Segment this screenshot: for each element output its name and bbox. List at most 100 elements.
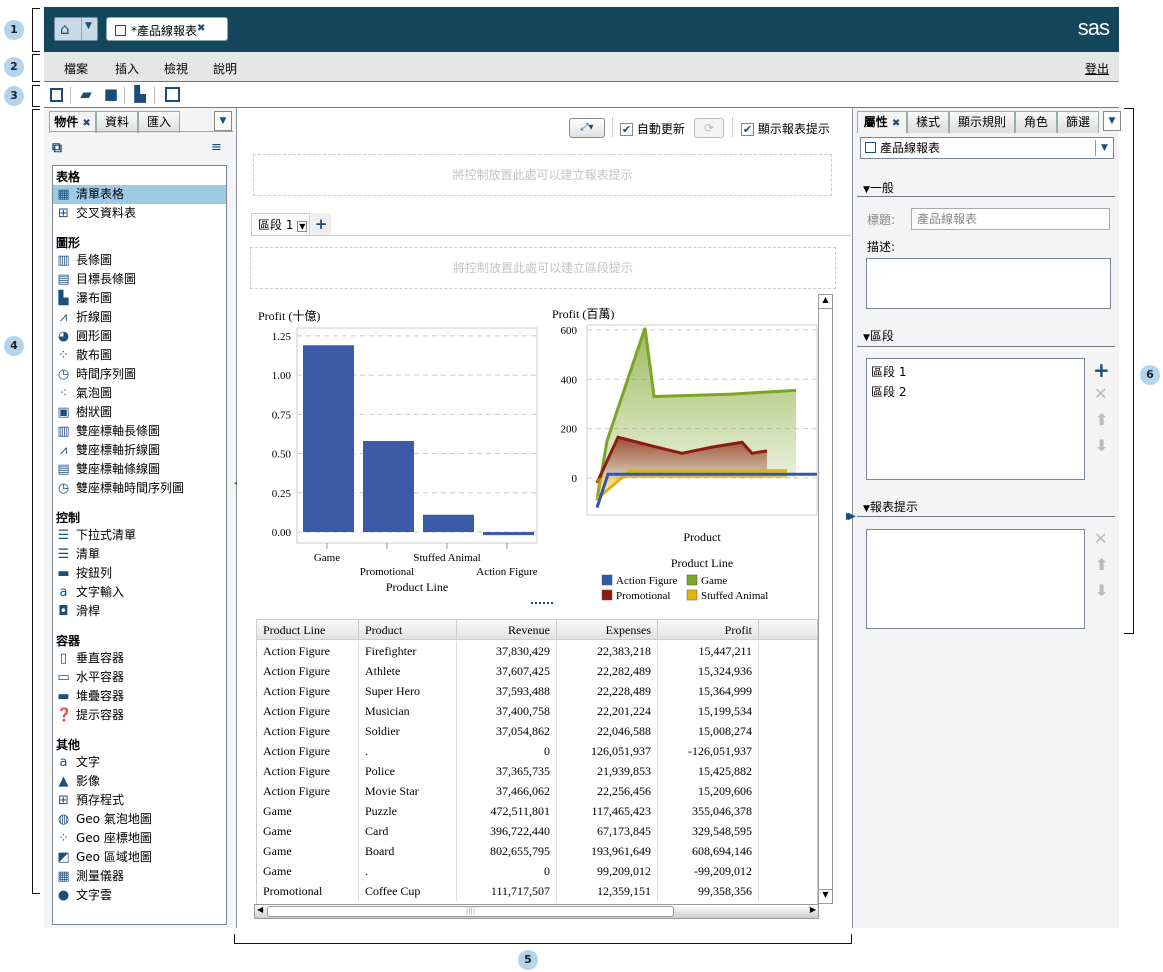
scroll-right-arrow[interactable]: ▶ — [810, 905, 816, 914]
chevron-down-icon[interactable]: ▼ — [1095, 140, 1113, 156]
new-object-icon[interactable]: ⧉ — [52, 140, 62, 156]
zoom-fit-button[interactable]: ⤢▾ — [569, 118, 605, 138]
object-item[interactable]: ▙ 瀑布圖 — [53, 289, 226, 308]
tab-roles[interactable]: 角色 — [1015, 111, 1057, 133]
table-row[interactable]: Action Figure Athlete 37,607,425 22,282,489… — [257, 661, 817, 681]
report-prompts-header[interactable]: ▼報表提示 — [863, 498, 918, 515]
close-icon[interactable]: ✖ — [892, 118, 900, 129]
menu-file[interactable]: 檔案 — [64, 60, 88, 77]
splitter-handle[interactable] — [531, 602, 553, 605]
delete-icon[interactable]: ✕ — [1094, 384, 1107, 403]
object-item[interactable]: ▤ 雙座標軸條線圖 — [53, 460, 226, 479]
table-row[interactable]: Action Figure Soldier 37,054,862 22,046,588… — [257, 721, 817, 741]
menu-insert[interactable]: 插入 — [115, 60, 139, 77]
table-row[interactable]: Action Figure Super Hero 37,593,488 22,228,… — [257, 681, 817, 701]
object-item[interactable]: ◷ 雙座標軸時間序列圖 — [53, 479, 226, 498]
column-header[interactable]: Product Line — [257, 620, 359, 640]
tab-objects[interactable]: 物件 ✖ — [49, 111, 96, 133]
description-textarea[interactable] — [866, 258, 1111, 309]
object-item[interactable]: ▥ 雙座標軸長條圖 — [53, 422, 226, 441]
object-item[interactable]: ⁘ 散布圖 — [53, 346, 226, 365]
object-item[interactable]: ⊞ 預存程式 — [53, 791, 226, 810]
section-prompt-dropzone[interactable]: 將控制放置此處可以建立區段提示 — [250, 247, 836, 289]
object-item[interactable]: ▭ 水平容器 — [53, 668, 226, 687]
section-item[interactable]: 區段 2 — [871, 383, 906, 400]
move-down-icon[interactable]: ⬇ — [1095, 436, 1108, 455]
object-item[interactable]: ⊞ 交叉資料表 — [53, 204, 226, 223]
close-icon[interactable]: ✖ — [197, 23, 205, 34]
object-item[interactable]: ▯ 垂直容器 — [53, 649, 226, 668]
auto-update-checkbox[interactable]: ✔ 自動更新 — [620, 120, 685, 137]
object-item[interactable]: ◷ 時間序列圖 — [53, 365, 226, 384]
column-header[interactable]: Product — [359, 620, 457, 640]
add-icon[interactable]: + — [1093, 358, 1110, 382]
object-item[interactable]: ⁖ 氣泡圖 — [53, 384, 226, 403]
object-item[interactable]: ▬ 按鈕列 — [53, 564, 226, 583]
table-row[interactable]: Game. 0 99,209,012 -99,209,012 — [257, 861, 817, 881]
tab-data[interactable]: 資料 — [96, 111, 138, 133]
object-item[interactable]: ▥ 長條圖 — [53, 251, 226, 270]
close-icon[interactable]: ✖ — [82, 118, 90, 129]
object-item[interactable]: ◘ 滑桿 — [53, 602, 226, 621]
object-item[interactable]: ▦ 清單表格 — [53, 185, 226, 204]
object-item[interactable]: ☰ 清單 — [53, 545, 226, 564]
column-header[interactable]: Expenses — [557, 620, 658, 640]
object-item[interactable]: ▤ 目標長條圖 — [53, 270, 226, 289]
sections-header[interactable]: ▼區段 — [863, 327, 894, 344]
print-pdf-icon[interactable]: ▙ — [132, 86, 148, 103]
logout-link[interactable]: 登出 — [1085, 60, 1109, 77]
collapse-right-icon[interactable]: ▶ — [848, 511, 856, 522]
move-up-icon[interactable]: ⬆ — [1095, 555, 1108, 574]
object-item[interactable]: ⁘ Geo 座標地圖 — [53, 829, 226, 848]
new-report-icon[interactable] — [50, 88, 63, 102]
tab-import[interactable]: 匯入 — [138, 111, 180, 133]
section-item[interactable]: 區段 1 — [871, 363, 906, 380]
tab-filters[interactable]: 篩選 — [1057, 111, 1099, 133]
refresh-button[interactable]: ⟳ — [694, 118, 724, 138]
chevron-down-icon[interactable]: ▼ — [297, 221, 308, 232]
object-item[interactable]: ◍ Geo 氣泡地圖 — [53, 810, 226, 829]
table-horizontal-scrollbar[interactable]: ◀ |||| ▶ — [254, 904, 819, 919]
object-item[interactable]: ▲ 影像 — [53, 772, 226, 791]
show-prompts-checkbox[interactable]: ✔ 顯示報表提示 — [741, 120, 830, 137]
menu-view[interactable]: 檢視 — [164, 60, 188, 77]
home-button[interactable]: ⌂ ▼ — [54, 17, 98, 41]
canvas-vertical-scrollbar[interactable]: ▲ ▼ — [818, 294, 833, 904]
report-tab[interactable]: *產品線報表✖ — [106, 17, 228, 41]
table-row[interactable]: Action Figure Firefighter 37,830,429 22,383… — [257, 641, 817, 661]
report-prompt-dropzone[interactable]: 將控制放置此處可以建立報表提示 — [253, 154, 832, 196]
column-header[interactable]: Revenue — [457, 620, 557, 640]
sort-menu-icon[interactable]: ≡ — [211, 140, 222, 155]
title-input[interactable]: 產品線報表 — [911, 208, 1110, 230]
add-section-button[interactable]: + — [311, 213, 331, 236]
table-row[interactable]: Promotional Coffee Cup 111,717,507 12,359,1… — [257, 881, 817, 901]
object-item[interactable]: a 文字輸入 — [53, 583, 226, 602]
table-row[interactable]: Action Figure. 0 126,051,937 -126,051,937 — [257, 741, 817, 761]
object-item[interactable]: ▦ 測量儀器 — [53, 867, 226, 886]
object-item[interactable]: a 文字 — [53, 753, 226, 772]
tab-display-rules[interactable]: 顯示規則 — [949, 111, 1015, 133]
delete-icon[interactable]: ✕ — [1094, 529, 1107, 548]
section-tab[interactable]: 區段 1 ▼ — [251, 213, 310, 236]
view-mode-icon[interactable] — [165, 87, 180, 102]
table-row[interactable]: Game Puzzle 472,511,801 117,465,423 355,046,… — [257, 801, 817, 821]
table-row[interactable]: Action Figure Musician 37,400,758 22,201,22… — [257, 701, 817, 721]
scroll-up-arrow[interactable]: ▲ — [819, 295, 832, 309]
move-up-icon[interactable]: ⬆ — [1095, 410, 1108, 429]
object-item[interactable]: ▣ 樹狀圖 — [53, 403, 226, 422]
menu-help[interactable]: 說明 — [213, 60, 237, 77]
general-section-header[interactable]: ▼一般 — [863, 179, 894, 196]
object-item[interactable]: ◩ Geo 區域地圖 — [53, 848, 226, 867]
move-down-icon[interactable]: ⬇ — [1095, 581, 1108, 600]
object-item[interactable]: ● 文字雲 — [53, 886, 226, 905]
table-row[interactable]: Action Figure Movie Star 37,466,062 22,256,… — [257, 781, 817, 801]
panel-menu-button[interactable]: ▼ — [214, 111, 232, 131]
table-row[interactable]: Action Figure Police 37,365,735 21,939,853 1… — [257, 761, 817, 781]
object-item[interactable]: ◕ 圓形圖 — [53, 327, 226, 346]
object-select[interactable]: 產品線報表 ▼ — [860, 137, 1114, 159]
chevron-down-icon[interactable]: ▼ — [85, 21, 92, 31]
object-item[interactable]: ⩘ 折線圖 — [53, 308, 226, 327]
table-row[interactable]: Game Board 802,655,795 193,961,649 608,694,1… — [257, 841, 817, 861]
scroll-left-arrow[interactable]: ◀ — [257, 905, 263, 914]
object-item[interactable]: ❓ 提示容器 — [53, 706, 226, 725]
